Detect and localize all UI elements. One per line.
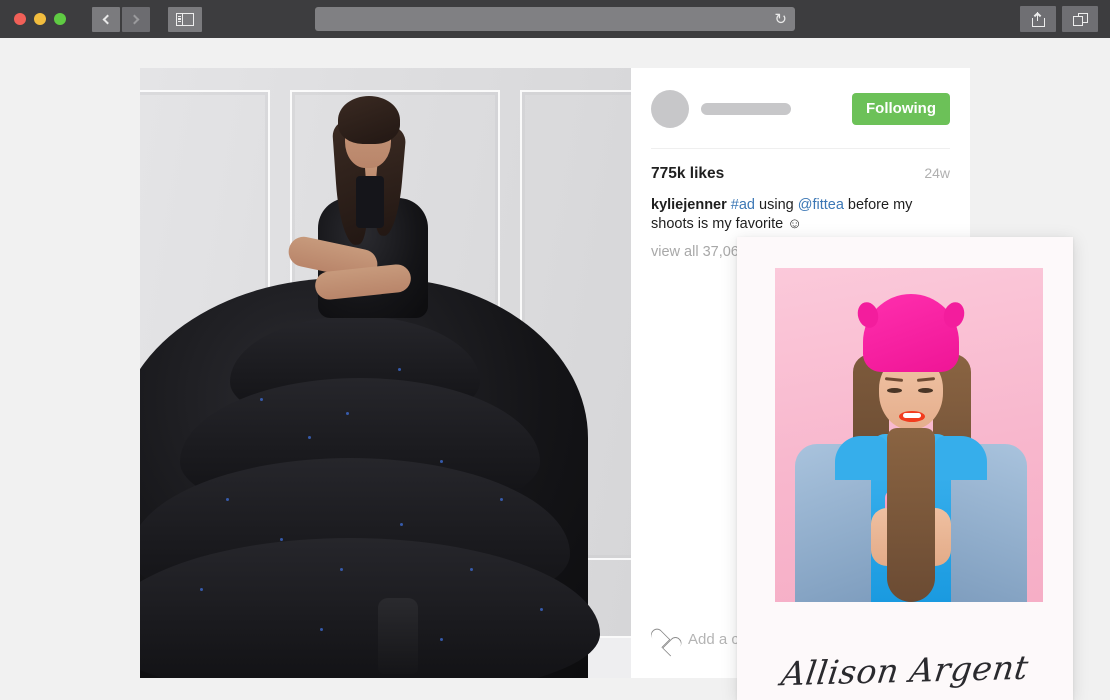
eye-right <box>918 388 933 393</box>
likes-row: 775k likes 24w <box>631 149 970 183</box>
eye-left <box>887 388 902 393</box>
browser-toolbar: ↻ <box>0 0 1110 38</box>
signature-text: Allison Argent <box>779 647 1031 694</box>
avatar[interactable] <box>651 90 689 128</box>
toolbar-right-buttons <box>1020 6 1098 32</box>
caption-hashtag[interactable]: #ad <box>731 197 755 213</box>
post-timestamp: 24w <box>924 165 950 181</box>
share-icon <box>1031 11 1045 27</box>
model-figure <box>140 68 631 678</box>
model-boot <box>378 598 418 674</box>
forward-button[interactable] <box>122 6 150 32</box>
back-button[interactable] <box>92 6 120 32</box>
tabs-icon <box>1072 12 1088 26</box>
maximize-window-button[interactable] <box>54 13 66 25</box>
sidebar-icon <box>176 12 194 26</box>
model-hair <box>338 96 400 144</box>
shoulder-left <box>835 436 887 480</box>
post-caption: kyliejenner #ad using @fittea before my … <box>631 183 970 235</box>
gown-choker <box>356 176 384 228</box>
following-button[interactable]: Following <box>852 93 950 125</box>
post-photo[interactable] <box>140 68 631 678</box>
share-button[interactable] <box>1020 6 1056 32</box>
likes-count[interactable]: 775k likes <box>651 165 724 183</box>
chevron-left-icon <box>102 14 113 24</box>
overlay-card-photo <box>775 268 1043 602</box>
caption-emoji: ☺ <box>787 216 803 233</box>
window-controls <box>14 13 66 25</box>
hair-front <box>887 428 935 602</box>
post-header: Following <box>631 68 970 128</box>
caption-mention[interactable]: @fittea <box>798 197 844 213</box>
tab-overview-button[interactable] <box>1062 6 1098 32</box>
shoulder-right <box>935 436 987 480</box>
minimize-window-button[interactable] <box>34 13 46 25</box>
close-window-button[interactable] <box>14 13 26 25</box>
heart-icon[interactable] <box>651 629 674 650</box>
navigation-buttons <box>92 6 150 32</box>
signature: Allison Argent <box>737 641 1073 700</box>
overlay-card[interactable]: Allison Argent <box>737 237 1073 700</box>
teeth <box>903 413 921 418</box>
sidebar-toggle-button[interactable] <box>168 6 202 32</box>
reload-icon[interactable]: ↻ <box>774 12 787 27</box>
caption-username[interactable]: kyliejenner <box>651 197 727 213</box>
page-canvas: Following 775k likes 24w kyliejenner #ad… <box>0 38 1110 700</box>
caption-text-mid: using <box>759 197 794 213</box>
username-placeholder[interactable] <box>701 103 791 115</box>
address-bar[interactable]: ↻ <box>315 7 795 31</box>
chevron-right-icon <box>129 14 140 24</box>
